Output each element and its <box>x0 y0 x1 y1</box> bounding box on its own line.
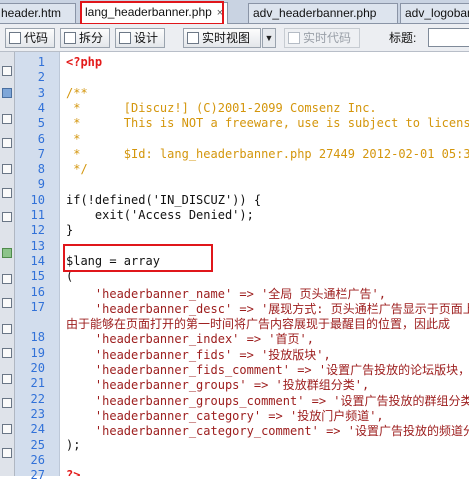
outdent-code-icon[interactable] <box>2 448 12 458</box>
collapse-tag-icon[interactable] <box>2 88 12 98</box>
code-view-icon <box>9 32 21 44</box>
tab-header-htm[interactable]: header.htm <box>0 3 76 23</box>
line-number: 17 <box>30 299 45 314</box>
code-line: 'headerbanner_category_comment' => '设置广告… <box>94 424 469 439</box>
line-number: 13 <box>30 238 45 253</box>
expand-all-icon[interactable] <box>2 138 12 148</box>
line-number: 4 <box>37 100 45 115</box>
tab-label: adv_logobanne <box>405 6 469 20</box>
tab-adv-logobanner[interactable]: adv_logobanne <box>400 3 469 23</box>
line-number: 27 <box>30 468 45 482</box>
document-tab-bar: header.htm lang_headerbanner.php × adv_he… <box>0 0 469 24</box>
line-number: 7 <box>37 146 45 161</box>
line-number: 22 <box>30 391 45 406</box>
line-number: 20 <box>30 361 45 375</box>
code-line: * This is NOT a freeware, use is subject… <box>73 116 469 131</box>
tab-adv-headerbanner-php[interactable]: adv_headerbanner.php <box>248 3 398 23</box>
tab-label: header.htm <box>1 6 62 20</box>
title-label: 标题: <box>389 31 417 45</box>
line-number: 8 <box>37 162 45 177</box>
line-number: 18 <box>30 330 45 345</box>
tab-label: adv_headerbanner.php <box>253 6 377 20</box>
line-number: 26 <box>30 452 45 467</box>
open-documents-icon[interactable] <box>2 66 12 76</box>
line-numbers-icon[interactable] <box>2 212 12 222</box>
code-line: } <box>66 223 74 238</box>
balance-braces-icon[interactable] <box>2 188 12 198</box>
line-number: 15 <box>30 269 45 284</box>
line-number: 9 <box>37 177 45 192</box>
live-code-icon <box>288 32 300 44</box>
live-view-icon <box>187 32 199 44</box>
design-view-button[interactable]: 设计 <box>115 28 165 48</box>
line-number: 24 <box>30 422 45 437</box>
design-view-label: 设计 <box>134 31 159 45</box>
indent-code-icon[interactable] <box>2 424 12 434</box>
code-line: exit('Access Denied'); <box>66 208 254 222</box>
code-line: */ <box>66 162 88 177</box>
line-number: 2 <box>37 70 45 85</box>
tab-label: lang_headerbanner.php <box>85 5 212 19</box>
line-number: 1 <box>37 55 45 69</box>
syntax-error-icon[interactable] <box>2 274 12 284</box>
live-view-label: 实时视图 <box>202 31 251 45</box>
line-number: 21 <box>30 376 45 391</box>
code-line: * [Discuz!] (C)2001-2099 Comsenz Inc. <box>66 100 377 115</box>
recent-snippets-icon[interactable] <box>2 374 12 384</box>
highlight-invalid-code-icon[interactable] <box>2 248 12 258</box>
code-line: /** <box>66 85 88 100</box>
close-tab-icon[interactable]: × <box>217 4 223 23</box>
line-number: 12 <box>30 223 45 238</box>
live-code-label: 实时代码 <box>303 31 352 45</box>
line-number: 23 <box>30 406 45 421</box>
code-line: * <box>66 131 81 146</box>
line-number: 25 <box>30 437 45 452</box>
code-line: if(!defined('IN_DISCUZ')) { <box>66 192 262 207</box>
design-view-icon <box>119 32 131 44</box>
split-view-button[interactable]: 拆分 <box>60 28 110 48</box>
tab-lang-headerbanner-php[interactable]: lang_headerbanner.php × <box>80 2 228 24</box>
collapse-selection-icon[interactable] <box>2 114 12 124</box>
line-number: 3 <box>37 85 45 100</box>
split-view-label: 拆分 <box>79 31 104 45</box>
live-view-button[interactable]: 实时视图 <box>183 28 261 48</box>
line-number: 19 <box>30 345 45 360</box>
line-number: 14 <box>30 253 45 268</box>
line-number: 10 <box>30 192 45 207</box>
code-line: $lang = array <box>66 253 160 268</box>
code-line: * $Id: lang_headerbanner.php 27449 2012-… <box>73 146 469 161</box>
code-view-label: 代码 <box>24 31 49 45</box>
line-number-gutter: 1 2 3 4 5 6 7 8 9 10 11 12 13 14 15 16 17 18 19 20 21 22 23 24 2… <box>15 52 60 482</box>
line-number: 16 <box>30 284 45 299</box>
split-view-icon <box>64 32 76 44</box>
code-editor[interactable]: <?php /** * [Discuz!] (C)2001-2099 Comsen… <box>61 52 469 476</box>
move-css-icon[interactable] <box>2 398 12 408</box>
code-line: ?> <box>66 468 81 476</box>
apply-comment-icon[interactable] <box>2 298 12 308</box>
title-input[interactable] <box>428 28 469 47</box>
line-number: 6 <box>37 131 45 146</box>
code-line: <?php <box>66 55 103 69</box>
code-line: ); <box>66 437 81 452</box>
wrap-tag-icon[interactable] <box>2 348 12 358</box>
code-view-button[interactable]: 代码 <box>5 28 55 48</box>
line-number: 5 <box>37 116 45 131</box>
line-number: 11 <box>30 208 45 222</box>
live-view-dropdown[interactable]: ▼ <box>262 28 276 48</box>
coding-toolbar <box>0 52 15 476</box>
code-line: ( <box>66 269 74 284</box>
select-parent-tag-icon[interactable] <box>2 164 12 174</box>
live-code-button[interactable]: 实时代码 <box>284 28 360 48</box>
remove-comment-icon[interactable] <box>2 324 12 334</box>
